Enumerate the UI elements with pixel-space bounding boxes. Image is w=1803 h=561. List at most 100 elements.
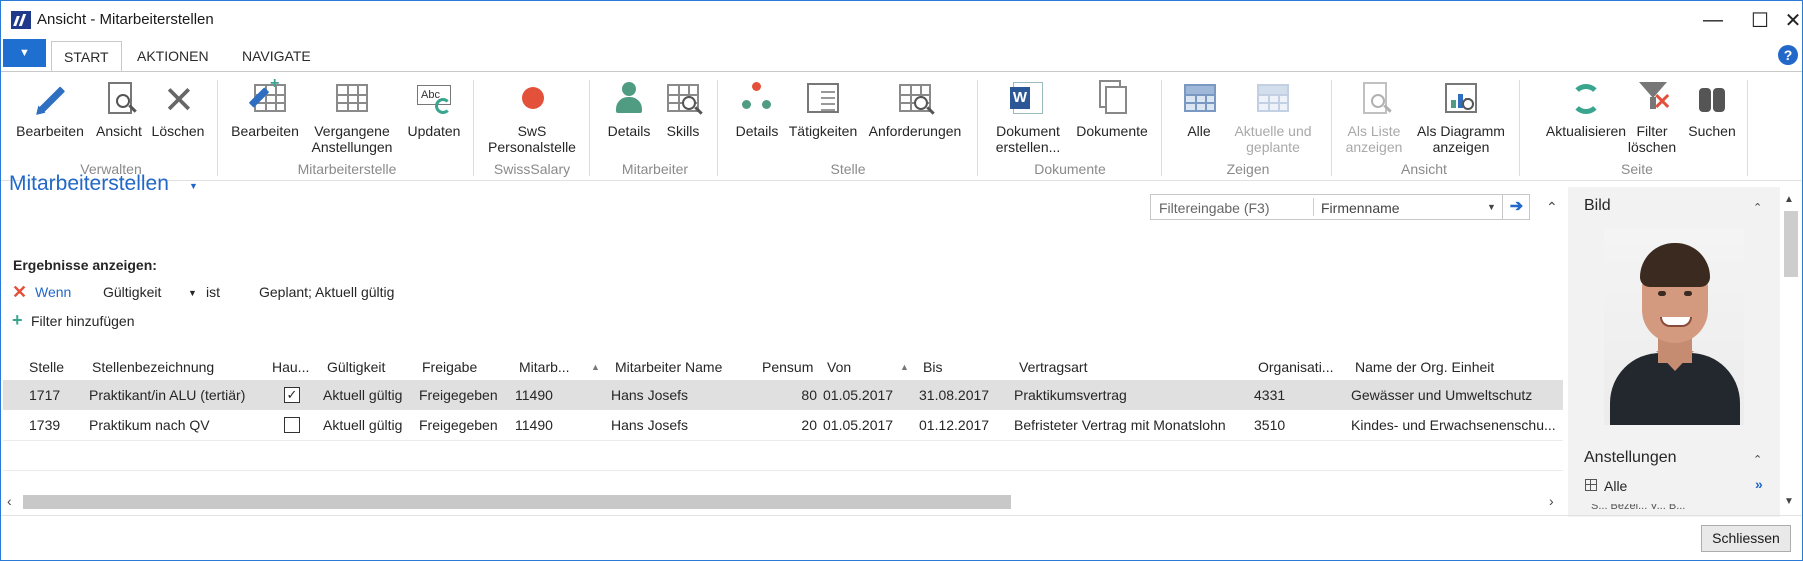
title-bar <box>1 1 1802 39</box>
group-label-ansicht: Ansicht <box>1401 161 1447 177</box>
scroll-left-icon[interactable]: ‹ <box>7 493 12 509</box>
filter-go-arrow-icon[interactable]: ➔ <box>1502 195 1530 219</box>
factbox-bild-title: Bild <box>1584 197 1611 214</box>
filter-field-select[interactable]: Firmenname <box>1321 200 1400 216</box>
col-header-stellenbezeichnung[interactable]: Stellenbezeichnung <box>92 359 214 375</box>
maximize-button[interactable]: ☐ <box>1737 5 1783 35</box>
aktuelle-geplante-button[interactable]: Aktuelle und geplante <box>1225 80 1321 155</box>
group-label-mitarbeiter: Mitarbeiter <box>621 161 689 177</box>
suchen-button[interactable]: Suchen <box>1683 80 1741 139</box>
all-grid-icon <box>1181 80 1219 118</box>
scroll-down-icon[interactable]: ▼ <box>1784 496 1794 507</box>
tab-start[interactable]: START <box>51 41 122 72</box>
table-icon <box>333 80 371 118</box>
cell-stelle: 1717 <box>29 387 61 403</box>
anstellungen-column-headers: S... Bezei... V... B... <box>1591 504 1686 512</box>
anforderungen-button[interactable]: Anforderungen <box>863 80 967 139</box>
minimize-button[interactable]: — <box>1690 5 1736 35</box>
hauptstelle-checkbox[interactable]: ✓ <box>284 387 300 403</box>
cell-stelle: 1739 <box>29 417 61 433</box>
col-header-org-name[interactable]: Name der Org. Einheit <box>1355 359 1494 375</box>
collapse-bild-icon[interactable]: ⌃ <box>1753 201 1762 214</box>
filter-field-label[interactable]: Gültigkeit <box>103 284 161 300</box>
col-header-von[interactable]: Von <box>827 359 851 375</box>
scroll-up-icon[interactable]: ▲ <box>1784 194 1794 205</box>
spellcheck-refresh-icon: Abc <box>415 80 453 118</box>
filter-input[interactable]: Filtereingabe (F3) <box>1159 200 1270 216</box>
cell-bis: 01.12.2017 <box>919 417 990 433</box>
group-label-stelle: Stelle <box>830 161 866 177</box>
cell-vertragsart: Befristeter Vertrag mit Monatslohn <box>1014 417 1226 433</box>
page-title-chevron-down-icon[interactable]: ▼ <box>189 181 198 191</box>
more-icon[interactable]: » <box>1755 476 1763 492</box>
cell-mitarbeiter-nr: 11490 <box>515 387 553 403</box>
tab-aktionen[interactable]: AKTIONEN <box>125 41 221 71</box>
current-grid-icon <box>1254 80 1292 118</box>
sws-personalstelle-button[interactable]: SwS Personalstelle <box>481 80 583 155</box>
als-liste-anzeigen-button[interactable]: Als Liste anzeigen <box>1339 80 1409 155</box>
vergangene-anstellungen-button[interactable]: Vergangene Anstellungen <box>305 80 399 155</box>
updaten-button[interactable]: Abc Updaten <box>401 80 467 139</box>
footer-divider <box>1 515 1802 516</box>
col-header-gueltigkeit[interactable]: Gültigkeit <box>327 359 385 375</box>
chevron-down-icon[interactable]: ▼ <box>1487 202 1496 212</box>
col-header-freigabe[interactable]: Freigabe <box>422 359 477 375</box>
col-header-organisationseinheit[interactable]: Organisati... <box>1258 359 1333 375</box>
cell-vertragsart: Praktikumsvertrag <box>1014 387 1127 403</box>
alle-button[interactable]: Alle <box>1181 80 1217 139</box>
anstellungen-alle-link[interactable]: Alle <box>1604 478 1627 494</box>
col-header-bis[interactable]: Bis <box>923 359 942 375</box>
col-header-stelle[interactable]: Stelle <box>29 359 64 375</box>
skills-button[interactable]: Skills <box>659 80 707 139</box>
mitarbeiter-details-button[interactable]: Details <box>601 80 657 139</box>
als-diagramm-anzeigen-button[interactable]: Als Diagramm anzeigen <box>1413 80 1509 155</box>
close-window-button[interactable]: ✕ <box>1784 5 1802 35</box>
vertical-scrollbar-thumb[interactable] <box>1784 211 1798 277</box>
cell-mitarbeiter-nr: 11490 <box>515 417 553 433</box>
app-menu-button[interactable]: ▼ <box>3 39 46 67</box>
row-divider <box>3 440 1563 441</box>
cell-bis: 31.08.2017 <box>919 387 990 403</box>
stelle-details-button[interactable]: Details <box>729 80 785 139</box>
stelle-bearbeiten-button[interactable]: + Bearbeiten <box>227 76 303 140</box>
requirements-grid-icon <box>896 80 935 118</box>
group-label-seite: Seite <box>1621 161 1653 177</box>
col-header-pensum[interactable]: Pensum <box>762 359 813 375</box>
tab-navigate[interactable]: NAVIGATE <box>230 41 323 71</box>
collapse-filter-icon[interactable]: ⌃ <box>1546 199 1558 216</box>
schliessen-button[interactable]: Schliessen <box>1701 525 1791 552</box>
dokumente-button[interactable]: Dokumente <box>1071 80 1153 139</box>
col-header-vertragsart[interactable]: Vertragsart <box>1019 359 1087 375</box>
horizontal-scrollbar-thumb[interactable] <box>23 495 1011 509</box>
bearbeiten-button[interactable]: Bearbeiten <box>13 80 87 139</box>
remove-filter-icon[interactable]: ✕ <box>12 282 27 303</box>
collapse-anstellungen-icon[interactable]: ⌃ <box>1753 453 1762 466</box>
person-icon <box>610 80 648 118</box>
filter-condition-link[interactable]: Wenn <box>35 284 71 300</box>
page-title[interactable]: Mitarbeiterstellen <box>9 172 169 196</box>
filter-loeschen-button[interactable]: ✕ Filter löschen <box>1621 80 1683 155</box>
table-row[interactable]: 1717 Praktikant/in ALU (tertiär) ✓ Aktue… <box>3 380 1563 410</box>
help-icon[interactable]: ? <box>1778 45 1798 65</box>
cell-org-name: Kindes- und Erwachsenenschu... <box>1351 417 1556 433</box>
add-filter-link[interactable]: Filter hinzufügen <box>31 313 135 329</box>
group-separator <box>589 80 590 176</box>
table-row[interactable]: 1739 Praktikum nach QV Aktuell gültig Fr… <box>3 410 1563 440</box>
ansicht-button[interactable]: Ansicht <box>91 80 147 139</box>
loeschen-button[interactable]: ✕ Löschen <box>149 80 207 139</box>
col-header-mitarbeiter-nr[interactable]: Mitarb... <box>519 359 570 375</box>
hauptstelle-checkbox[interactable] <box>284 417 300 433</box>
app-logo-icon <box>11 11 31 29</box>
filter-value[interactable]: Geplant; Aktuell gültig <box>259 284 394 300</box>
group-separator <box>1519 80 1520 176</box>
sort-asc-icon: ▲ <box>591 362 600 372</box>
chevron-down-icon[interactable]: ▼ <box>188 288 197 298</box>
view-document-icon <box>100 80 138 118</box>
add-filter-icon[interactable]: + <box>12 310 23 331</box>
col-header-mitarbeiter-name[interactable]: Mitarbeiter Name <box>615 359 722 375</box>
taetigkeiten-button[interactable]: Tätigkeiten <box>787 80 859 139</box>
scroll-right-icon[interactable]: › <box>1549 493 1554 509</box>
group-separator <box>1161 80 1162 176</box>
dokument-erstellen-button[interactable]: Dokument erstellen... <box>987 80 1069 155</box>
col-header-hauptstelle[interactable]: Hau... <box>272 359 309 375</box>
